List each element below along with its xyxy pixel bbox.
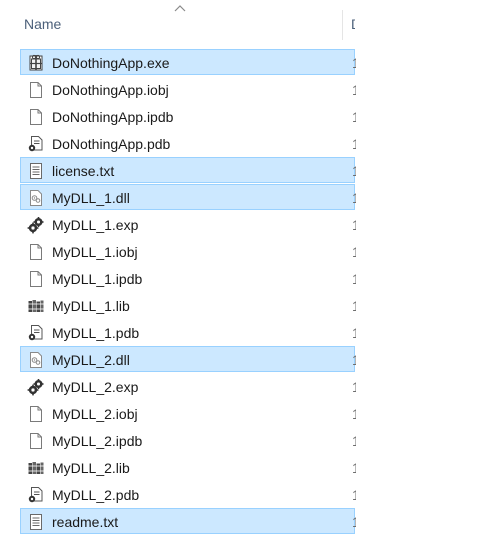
file-row[interactable]: DoNothingApp.iobj 1 — [20, 76, 356, 102]
column-header: Name D — [0, 0, 355, 46]
file-next-column-value: 1 — [352, 460, 356, 476]
file-next-column-value: 1 — [352, 352, 356, 368]
dll-file-icon — [27, 351, 45, 369]
file-name: MyDLL_2.dll — [52, 352, 130, 368]
file-next-column-value: 1 — [352, 190, 356, 206]
file-row[interactable]: MyDLL_2.pdb 1 — [20, 481, 356, 507]
column-divider[interactable] — [342, 10, 343, 40]
file-name: MyDLL_1.iobj — [52, 244, 138, 260]
file-row[interactable]: MyDLL_2.lib 1 — [20, 454, 356, 480]
file-next-column-value: 1 — [352, 55, 356, 71]
file-row[interactable]: MyDLL_1.dll 1 — [20, 184, 356, 210]
file-name: MyDLL_1.exp — [52, 217, 139, 233]
file-name: DoNothingApp.ipdb — [52, 109, 174, 125]
file-next-column-value: 1 — [352, 325, 356, 341]
text-file-icon — [27, 513, 45, 531]
file-next-column-value: 1 — [352, 487, 356, 503]
blank-file-icon — [27, 243, 45, 261]
file-name: MyDLL_1.ipdb — [52, 271, 143, 287]
file-next-column-value: 1 — [352, 406, 356, 422]
file-row[interactable]: DoNothingApp.pdb 1 — [20, 130, 356, 156]
file-name: readme.txt — [52, 514, 119, 530]
exp-file-icon — [27, 378, 45, 396]
blank-file-icon — [27, 405, 45, 423]
file-name: DoNothingApp.pdb — [52, 136, 171, 152]
pdb-file-icon — [27, 486, 45, 504]
file-list: DoNothingApp.exe 1 DoNothingApp.iobj 1 DoN… — [20, 49, 356, 535]
file-row[interactable]: MyDLL_1.iobj 1 — [20, 238, 356, 264]
file-next-column-value: 1 — [352, 163, 356, 179]
blank-file-icon — [27, 108, 45, 126]
dll-file-icon — [27, 189, 45, 207]
file-row[interactable]: DoNothingApp.exe 1 — [20, 49, 356, 75]
file-next-column-value: 1 — [352, 82, 356, 98]
file-next-column-value: 1 — [352, 136, 356, 152]
pdb-file-icon — [27, 324, 45, 342]
file-next-column-value: 1 — [352, 109, 356, 125]
file-next-column-value: 1 — [352, 514, 356, 530]
file-name: MyDLL_2.pdb — [52, 487, 140, 503]
file-name: DoNothingApp.exe — [52, 55, 170, 71]
file-next-column-value: 1 — [352, 379, 356, 395]
file-row[interactable]: MyDLL_2.dll 1 — [20, 346, 356, 372]
exp-file-icon — [27, 216, 45, 234]
file-name: MyDLL_2.lib — [52, 460, 130, 476]
column-header-name[interactable]: Name — [24, 16, 61, 32]
file-row[interactable]: license.txt 1 — [20, 157, 356, 183]
file-name: MyDLL_2.ipdb — [52, 433, 143, 449]
file-next-column-value: 1 — [352, 217, 356, 233]
file-next-column-value: 1 — [352, 433, 356, 449]
blank-file-icon — [27, 432, 45, 450]
file-name: MyDLL_1.dll — [52, 190, 130, 206]
column-header-next[interactable]: D — [351, 16, 355, 32]
file-name: DoNothingApp.iobj — [52, 82, 169, 98]
file-row[interactable]: readme.txt 1 — [20, 508, 356, 534]
lib-file-icon — [27, 297, 45, 315]
blank-file-icon — [27, 81, 45, 99]
lib-file-icon — [27, 459, 45, 477]
file-row[interactable]: MyDLL_2.ipdb 1 — [20, 427, 356, 453]
file-row[interactable]: MyDLL_1.ipdb 1 — [20, 265, 356, 291]
file-row[interactable]: MyDLL_1.pdb 1 — [20, 319, 356, 345]
text-file-icon — [27, 162, 45, 180]
sort-ascending-icon[interactable] — [174, 4, 186, 12]
file-name: license.txt — [52, 163, 115, 179]
file-row[interactable]: MyDLL_2.exp 1 — [20, 373, 356, 399]
file-row[interactable]: MyDLL_1.exp 1 — [20, 211, 356, 237]
file-row[interactable]: MyDLL_2.iobj 1 — [20, 400, 356, 426]
file-name: MyDLL_1.lib — [52, 298, 130, 314]
file-row[interactable]: DoNothingApp.ipdb 1 — [20, 103, 356, 129]
pdb-file-icon — [27, 135, 45, 153]
file-name: MyDLL_1.pdb — [52, 325, 140, 341]
file-row[interactable]: MyDLL_1.lib 1 — [20, 292, 356, 318]
blank-file-icon — [27, 270, 45, 288]
file-name: MyDLL_2.exp — [52, 379, 139, 395]
file-name: MyDLL_2.iobj — [52, 406, 138, 422]
file-next-column-value: 1 — [352, 244, 356, 260]
file-next-column-value: 1 — [352, 271, 356, 287]
file-next-column-value: 1 — [352, 298, 356, 314]
exe-icon — [27, 54, 45, 72]
